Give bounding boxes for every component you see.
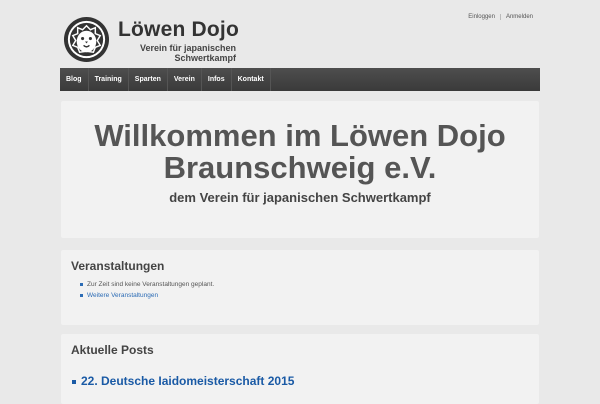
welcome-title: Willkommen im Löwen Dojo Braunschweig e.…: [94, 118, 506, 185]
recent-posts-title: Aktuelle Posts: [71, 343, 154, 357]
site-subtitle: Verein für japanischen Schwertkampf: [139, 43, 236, 63]
bullet-icon: [72, 379, 76, 384]
login-link[interactable]: Einloggen: [463, 14, 500, 20]
post-title: 22. Deutsche Iaidomeisterschaft 2015: [81, 374, 295, 388]
events-list: Zur Zeit sind keine Veranstaltungen gepl…: [80, 279, 214, 301]
more-events-link[interactable]: Weitere Veranstaltungen: [87, 292, 158, 299]
nav-item-training[interactable]: Training: [89, 68, 129, 91]
account-links: Einloggen Anmelden: [463, 14, 538, 20]
welcome-panel: Willkommen im Löwen Dojo Braunschweig e.…: [61, 101, 539, 238]
nav-item-blog[interactable]: Blog: [60, 68, 89, 91]
register-link[interactable]: Anmelden: [499, 14, 538, 20]
list-item: Weitere Veranstaltungen: [80, 290, 214, 301]
welcome-subtitle: dem Verein für japanischen Schwertkampf: [169, 190, 431, 205]
events-title: Veranstaltungen: [71, 259, 165, 273]
lion-icon: [63, 16, 110, 63]
nav-item-infos[interactable]: Infos: [202, 68, 232, 91]
nav-item-sparten[interactable]: Sparten: [129, 68, 168, 91]
nav-item-kontakt[interactable]: Kontakt: [232, 68, 271, 91]
site-logo[interactable]: Löwen Dojo Verein für japanischen Schwer…: [63, 16, 239, 66]
events-widget: Veranstaltungen Zur Zeit sind keine Vera…: [61, 250, 539, 325]
nav-item-verein[interactable]: Verein: [168, 68, 202, 91]
recent-posts-widget: Aktuelle Posts 22. Deutsche Iaidomeister…: [61, 334, 539, 404]
events-empty-message: Zur Zeit sind keine Veranstaltungen gepl…: [80, 279, 214, 290]
events-empty-text: Zur Zeit sind keine Veranstaltungen gepl…: [87, 281, 215, 288]
post-link[interactable]: 22. Deutsche Iaidomeisterschaft 2015: [72, 374, 294, 388]
main-navigation: Blog Training Sparten Verein Infos Konta…: [60, 68, 540, 91]
site-title: Löwen Dojo: [118, 18, 239, 41]
